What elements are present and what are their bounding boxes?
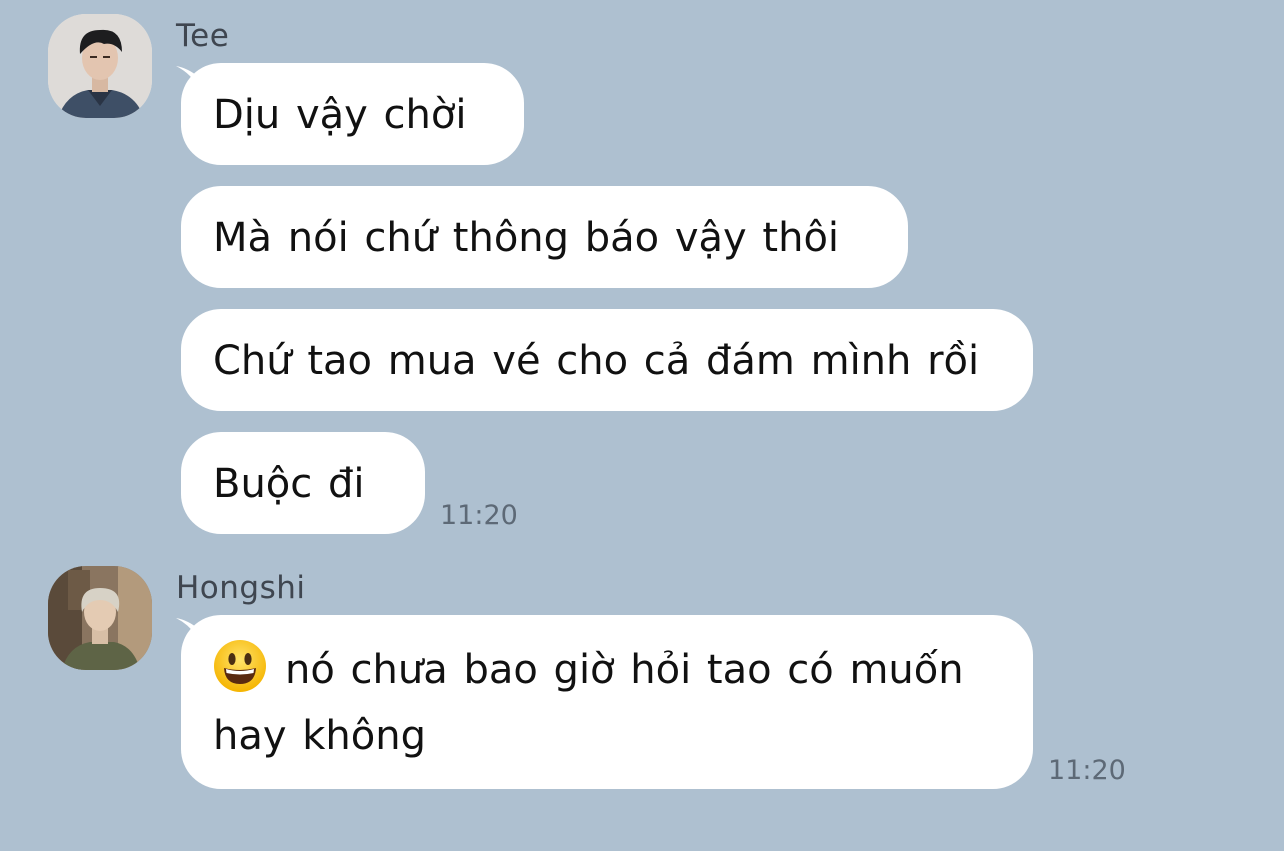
message-bubble[interactable]: Buộc đi — [181, 432, 425, 534]
message-text: Chứ tao mua vé cho cả đám mình rồi — [213, 338, 980, 384]
message-text: hay không — [213, 713, 426, 759]
message-bubble[interactable]: Chứ tao mua vé cho cả đám mình rồi — [181, 309, 1033, 411]
message-text: Dịu vậy chời — [213, 92, 467, 138]
sender-name-hongshi: Hongshi — [176, 570, 306, 606]
message-text: nó chưa bao giờ hỏi tao có muốn — [285, 647, 964, 693]
message-timestamp: 11:20 — [1048, 755, 1126, 786]
message-bubble[interactable]: nó chưa bao giờ hỏi tao có muốn hay khôn… — [181, 615, 1033, 789]
avatar-tee[interactable] — [48, 14, 152, 118]
message-text: Buộc đi — [213, 461, 365, 507]
message-bubble[interactable]: Dịu vậy chời — [181, 63, 524, 165]
chat-window: Tee Dịu vậy chời Mà nói chứ thông báo vậ… — [0, 0, 1284, 851]
sender-name-tee: Tee — [176, 18, 230, 54]
avatar-hongshi[interactable] — [48, 566, 152, 670]
message-bubble[interactable]: Mà nói chứ thông báo vậy thôi — [181, 186, 908, 288]
message-timestamp: 11:20 — [440, 500, 518, 531]
grinning-face-emoji — [214, 640, 266, 692]
message-text: Mà nói chứ thông báo vậy thôi — [213, 215, 840, 261]
